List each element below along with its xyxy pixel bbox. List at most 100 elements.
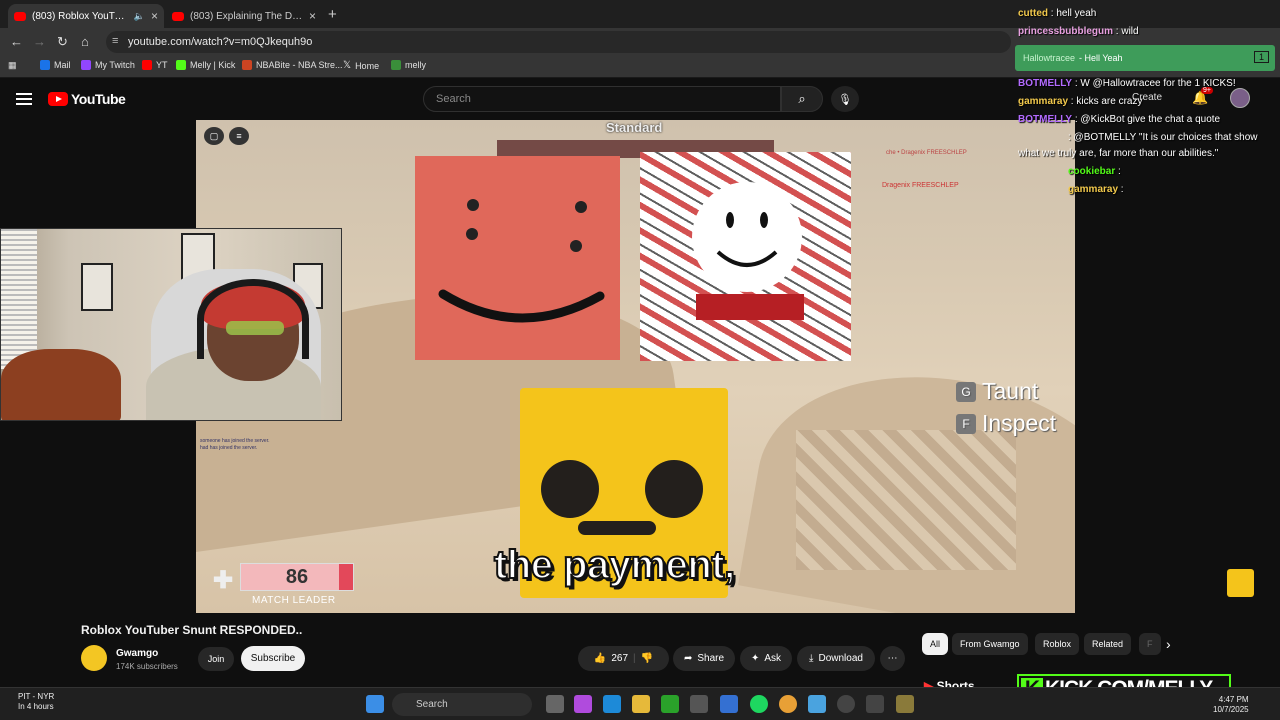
wall-poster: [81, 263, 113, 311]
chat-message: gammaray : kicks are crazy: [1018, 96, 1143, 107]
bookmark-home[interactable]: 𝕏 Home: [343, 60, 379, 71]
youtube-favicon-icon: [14, 11, 26, 21]
apps-icon[interactable]: ▦: [8, 60, 17, 71]
steam-icon[interactable]: [690, 695, 708, 713]
join-button[interactable]: Join: [198, 647, 234, 671]
x-icon: 𝕏: [343, 60, 352, 71]
melly-icon: [391, 60, 401, 70]
chevron-right-icon[interactable]: ›: [1166, 636, 1171, 652]
chat-message: gammaray :: [1068, 184, 1124, 195]
face-eye: [570, 240, 582, 252]
streamer-webcam: [0, 228, 342, 421]
tab-explaining-drama[interactable]: (803) Explaining The Drama (D ×: [166, 4, 322, 28]
bean-bag: [1, 349, 121, 420]
spotify-icon[interactable]: [750, 695, 768, 713]
home-icon[interactable]: ⌂: [81, 34, 89, 49]
close-tab-icon[interactable]: ×: [309, 9, 316, 23]
bookmark-mail[interactable]: Mail: [40, 60, 71, 70]
channel-avatar[interactable]: [81, 645, 107, 671]
media-player-icon[interactable]: [837, 695, 855, 713]
bookmark-melly[interactable]: melly: [391, 60, 426, 70]
face-eye: [467, 199, 479, 211]
url-text: youtube.com/watch?v=m0QJkequh9o: [128, 36, 313, 48]
close-tab-icon[interactable]: ×: [151, 9, 158, 23]
chip-from-gwamgo[interactable]: From Gwamgo: [952, 633, 1028, 655]
chip-f[interactable]: F: [1139, 633, 1161, 655]
face-smile: [438, 289, 605, 323]
site-info-icon[interactable]: ≡: [112, 35, 118, 47]
mail-icon: [40, 60, 50, 70]
download-button[interactable]: ⤓ Download: [797, 646, 875, 671]
more-actions-button[interactable]: ⋯: [880, 646, 905, 671]
tab-label: (803) Explaining The Drama (D: [190, 10, 303, 22]
video-title: Roblox YouTuber Snunt RESPONDED..: [81, 623, 303, 637]
red-smile-face: [415, 156, 620, 360]
chip-all[interactable]: All: [922, 633, 949, 655]
speaker-icon[interactable]: 🔈: [134, 11, 145, 22]
channel-name[interactable]: Gwamgo: [116, 648, 158, 659]
back-icon[interactable]: ←: [10, 34, 23, 49]
youtube-logo[interactable]: YouTube: [48, 91, 126, 107]
taunt-keybind: G Taunt: [956, 378, 1038, 405]
windows-start-icon[interactable]: [366, 695, 384, 713]
chat-toggle-icon[interactable]: ≡: [229, 127, 249, 145]
xbox-icon[interactable]: [661, 695, 679, 713]
chat-message: cookiebar :: [1068, 166, 1121, 177]
like-icon[interactable]: 👍: [594, 653, 606, 664]
desert-ruins: [796, 430, 1016, 570]
url-bar[interactable]: ≡ youtube.com/watch?v=m0QJkequh9o: [106, 31, 1011, 53]
tab-label: (803) Roblox YouTuber Snunt: [32, 10, 128, 22]
task-view-icon[interactable]: [546, 695, 564, 713]
subscribe-button[interactable]: Subscribe: [241, 646, 305, 671]
ask-button[interactable]: ✦ Ask: [740, 646, 792, 671]
bookmark-melly-kick[interactable]: Melly | Kick: [176, 60, 235, 70]
dislike-icon[interactable]: 👎: [641, 653, 653, 664]
subscriber-count: 174K subscribers: [116, 662, 178, 671]
search-input[interactable]: Search: [423, 86, 781, 112]
chat-message: cutted : hell yeah: [1018, 8, 1097, 19]
chip-related[interactable]: Related: [1084, 633, 1132, 655]
search-button[interactable]: ⌕: [781, 86, 823, 112]
voice-search-button[interactable]: 🎙: [831, 86, 859, 112]
pinned-count: 1: [1253, 51, 1269, 63]
corrupted-face: [640, 152, 851, 361]
chat-message: : @BOTMELLY "It is our choices that show: [1068, 132, 1258, 143]
tab-roblox-snunt[interactable]: (803) Roblox YouTuber Snunt 🔈 ×: [8, 4, 164, 28]
roblox-menu-icon[interactable]: ▢: [204, 127, 224, 145]
headset: [197, 279, 309, 359]
kill-feed: che • Dragenix FREESCHLEP: [886, 150, 967, 156]
like-count[interactable]: 267: [611, 653, 628, 664]
share-button[interactable]: ➦ Share: [673, 646, 735, 671]
forward-icon[interactable]: →: [33, 34, 46, 49]
face-eye: [466, 228, 478, 240]
chat-overlay: cutted : hell yeah princessbubblegum : w…: [1012, 0, 1280, 210]
chip-roblox[interactable]: Roblox: [1035, 633, 1080, 655]
menu-icon[interactable]: [16, 93, 32, 105]
photos-icon[interactable]: [808, 695, 826, 713]
youtube-icon: [142, 60, 152, 70]
new-tab-icon[interactable]: +: [328, 6, 337, 23]
app-icon[interactable]: [896, 695, 914, 713]
like-dislike-group: 👍 267 | 👎: [578, 646, 669, 671]
system-clock[interactable]: 4:47 PM 10/7/2025: [1213, 695, 1249, 715]
weather-widget[interactable]: PIT - NYR In 4 hours: [18, 692, 54, 712]
bookmark-yt[interactable]: YT: [142, 60, 168, 70]
nbabite-icon: [242, 60, 252, 70]
file-explorer-icon[interactable]: [632, 695, 650, 713]
pinned-chat-message: Hallowtracee - Hell Yeah 1: [1015, 45, 1275, 71]
twitch-icon: [81, 60, 91, 70]
copilot-icon[interactable]: [574, 695, 592, 713]
bot-face-icon: [1227, 569, 1254, 597]
bookmark-nbabite[interactable]: NBABite - NBA Stre...: [242, 60, 343, 70]
bookmark-my-twitch[interactable]: My Twitch: [81, 60, 135, 70]
store-icon[interactable]: [720, 695, 738, 713]
app-icon[interactable]: [866, 695, 884, 713]
kick-icon: [176, 60, 186, 70]
chat-message: BOTMELLY : @KickBot give the chat a quot…: [1018, 114, 1221, 125]
noise-red-band: [696, 294, 804, 320]
edge-icon[interactable]: [603, 695, 621, 713]
taskbar-search[interactable]: Search: [392, 693, 532, 716]
reload-icon[interactable]: ↻: [57, 34, 68, 50]
windows-taskbar: PIT - NYR In 4 hours Search 4:47 PM 10/7…: [0, 687, 1280, 720]
chrome-icon[interactable]: [779, 695, 797, 713]
